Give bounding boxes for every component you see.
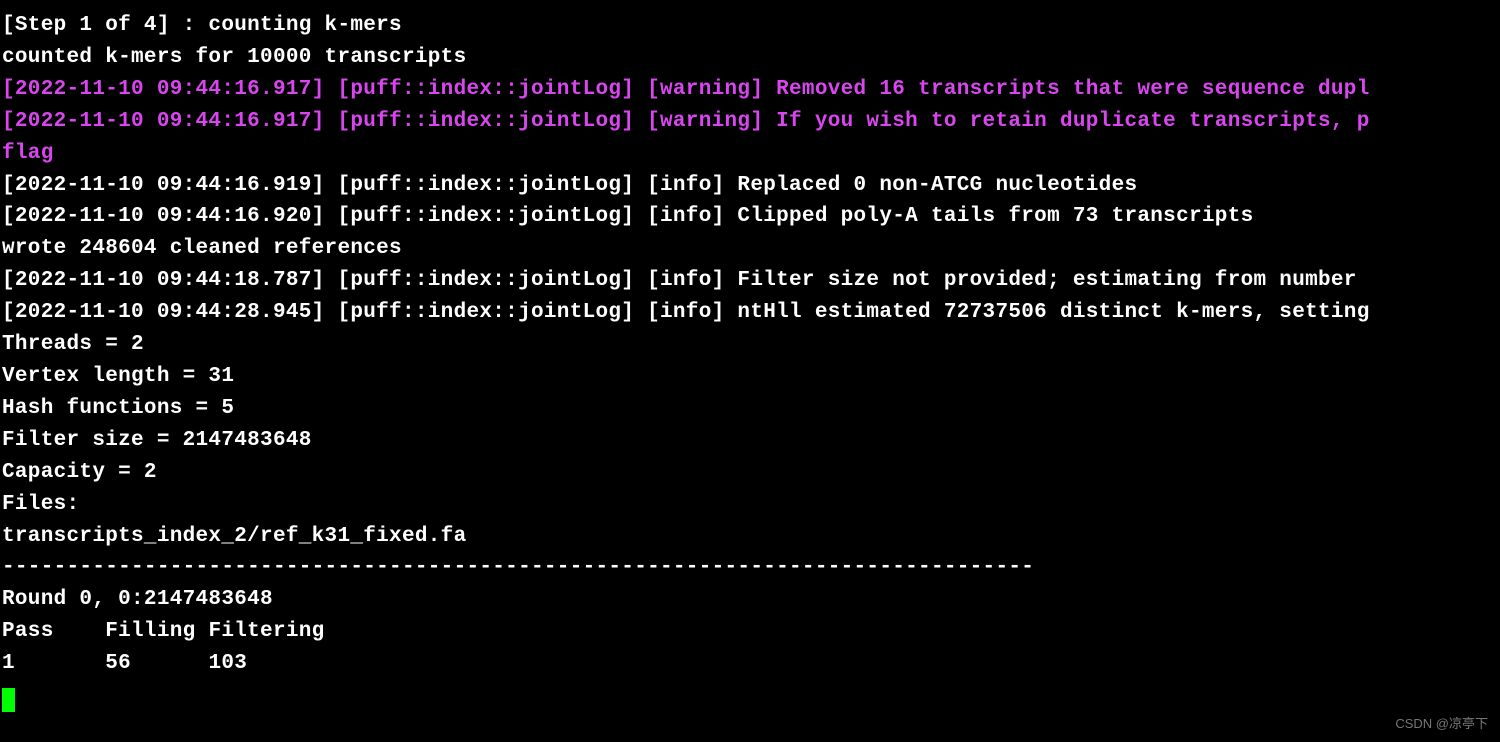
terminal-line: [2022-11-10 09:44:18.787] [puff::index::… (2, 265, 1500, 297)
terminal-line: Threads = 2 (2, 329, 1500, 361)
terminal-cursor (2, 688, 15, 712)
terminal-line: counted k-mers for 10000 transcripts (2, 42, 1500, 74)
terminal-line: flag (2, 138, 1500, 170)
terminal-line: 1 56 103 (2, 648, 1500, 680)
terminal-line: Files: (2, 489, 1500, 521)
terminal-line: Vertex length = 31 (2, 361, 1500, 393)
terminal-line: transcripts_index_2/ref_k31_fixed.fa (2, 521, 1500, 553)
terminal-line: Capacity = 2 (2, 457, 1500, 489)
terminal-line: wrote 248604 cleaned references (2, 233, 1500, 265)
terminal-line: [2022-11-10 09:44:28.945] [puff::index::… (2, 297, 1500, 329)
terminal-line: [2022-11-10 09:44:16.917] [puff::index::… (2, 106, 1500, 138)
watermark: CSDN @凉亭下 (1395, 714, 1488, 734)
terminal-line: Hash functions = 5 (2, 393, 1500, 425)
terminal-line: Filter size = 2147483648 (2, 425, 1500, 457)
terminal-line: [2022-11-10 09:44:16.920] [puff::index::… (2, 201, 1500, 233)
terminal-line: [2022-11-10 09:44:16.919] [puff::index::… (2, 170, 1500, 202)
terminal-line: [2022-11-10 09:44:16.917] [puff::index::… (2, 74, 1500, 106)
terminal-output: [Step 1 of 4] : counting k-merscounted k… (2, 10, 1500, 680)
terminal-line: ----------------------------------------… (2, 552, 1500, 584)
terminal-line: Pass Filling Filtering (2, 616, 1500, 648)
terminal-line: [Step 1 of 4] : counting k-mers (2, 10, 1500, 42)
terminal-line: Round 0, 0:2147483648 (2, 584, 1500, 616)
